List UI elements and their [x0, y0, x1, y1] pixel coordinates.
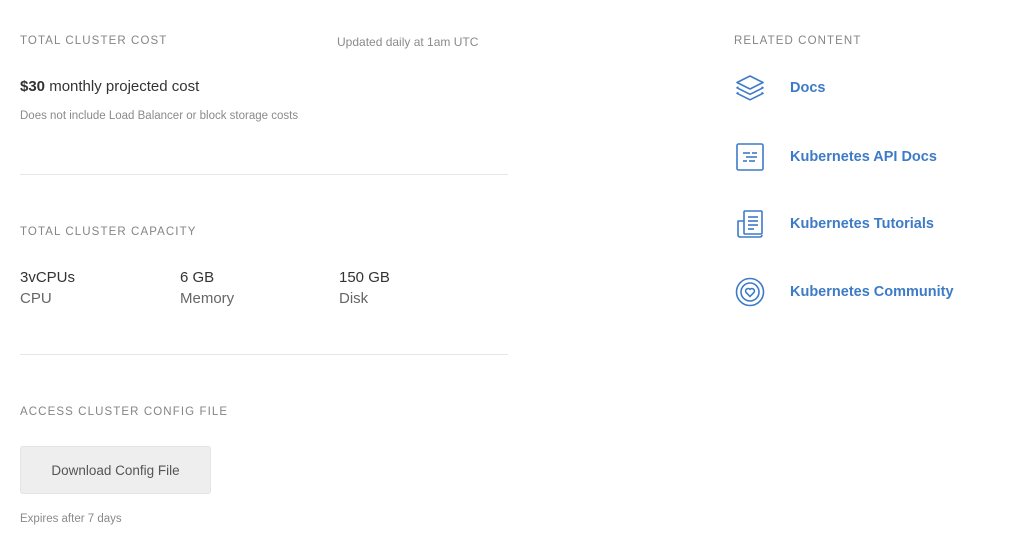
related-link-docs[interactable]: Docs — [734, 72, 825, 104]
capacity-disk: 150 GB Disk — [339, 268, 390, 309]
capacity-unit: Disk — [339, 290, 369, 307]
cost-note: Does not include Load Balancer or block … — [20, 110, 299, 122]
config-section-title: ACCESS CLUSTER CONFIG FILE — [20, 406, 229, 418]
expiry-note: Expires after 7 days — [20, 513, 122, 525]
related-link-tutorials[interactable]: Kubernetes Tutorials — [734, 208, 934, 240]
capacity-cpu: 3vCPUs CPU — [20, 268, 75, 309]
related-link-label: Kubernetes Tutorials — [790, 216, 934, 232]
tutorial-icon — [734, 208, 766, 240]
capacity-value: 3vCPUs — [20, 269, 76, 286]
capacity-memory: 6 GB Memory — [180, 268, 234, 309]
community-icon — [734, 276, 766, 308]
related-link-api-docs[interactable]: Kubernetes API Docs — [734, 141, 937, 173]
layers-icon — [734, 72, 766, 104]
cost-amount: $30 — [20, 78, 46, 95]
projected-cost: $30 monthly projected cost — [20, 78, 199, 95]
related-section-title: RELATED CONTENT — [734, 35, 862, 47]
capacity-value: 6 GB — [180, 269, 215, 286]
download-config-button[interactable]: Download Config File — [20, 446, 211, 494]
capacity-unit: Memory — [180, 290, 235, 307]
cost-section-title: TOTAL CLUSTER COST — [20, 35, 168, 47]
divider — [20, 354, 508, 355]
related-link-label: Kubernetes API Docs — [790, 149, 937, 165]
api-doc-icon — [734, 141, 766, 173]
update-note: Updated daily at 1am UTC — [337, 35, 479, 49]
divider — [20, 174, 508, 175]
cost-amount-suffix: monthly projected cost — [49, 78, 200, 95]
related-link-label: Kubernetes Community — [790, 284, 954, 300]
related-link-label: Docs — [790, 80, 826, 96]
capacity-section-title: TOTAL CLUSTER CAPACITY — [20, 226, 197, 238]
related-link-community[interactable]: Kubernetes Community — [734, 276, 954, 308]
capacity-value: 150 GB — [339, 269, 390, 286]
capacity-unit: CPU — [20, 290, 52, 307]
